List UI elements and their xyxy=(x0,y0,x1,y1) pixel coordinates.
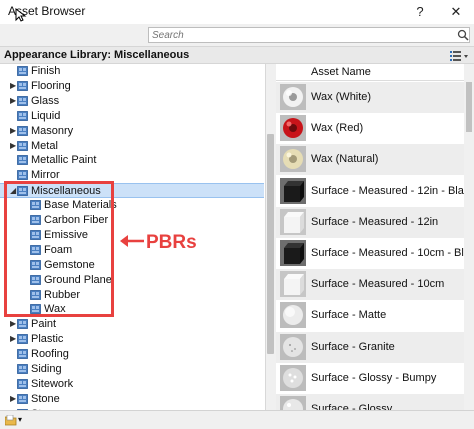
folder-icon xyxy=(17,95,28,106)
tree-item[interactable]: ▶ Masonry xyxy=(0,124,264,139)
tree-item[interactable]: Metallic Paint xyxy=(0,153,264,168)
tree-item-label: Finish xyxy=(31,65,61,77)
library-title: Appearance Library: Miscellaneous xyxy=(4,49,190,61)
title-bar: Asset Browser ? ✕ xyxy=(0,0,474,24)
asset-row[interactable]: Surface - Measured - 12in - Black xyxy=(276,176,474,207)
folder-icon xyxy=(17,155,28,166)
open-library-folder-icon[interactable] xyxy=(5,415,17,426)
tree-scrollbar[interactable] xyxy=(266,64,275,410)
asset-row[interactable]: Wax (Red) xyxy=(276,113,464,144)
asset-list-scrollbar[interactable] xyxy=(464,64,474,410)
tree-item-label: Metallic Paint xyxy=(31,154,97,167)
tree-item-label: Flooring xyxy=(31,79,71,92)
chevron-down-icon[interactable]: ▾ xyxy=(18,415,26,424)
tree-item-label: Siding xyxy=(31,363,62,375)
bumpy-sphere-thumbnail xyxy=(280,364,306,391)
tree-item-label: Roofing xyxy=(31,348,69,361)
tree-item-label: Metal xyxy=(31,139,58,152)
asset-row[interactable]: Wax (Natural) xyxy=(276,144,464,176)
tree-item-label: Stone xyxy=(31,392,60,405)
white-cube-thumbnail xyxy=(280,208,306,235)
tree-item[interactable]: ▶ Paint xyxy=(0,317,264,332)
tree-item[interactable]: Sitework xyxy=(0,377,264,392)
asset-row[interactable]: Surface - Measured - 10cm - Black xyxy=(276,238,474,269)
tree-item-label: Paint xyxy=(31,318,57,331)
black-cube-thumbnail xyxy=(280,177,306,204)
asset-name: Surface - Measured - 12in xyxy=(311,215,439,228)
tree-item[interactable]: Siding xyxy=(0,362,264,377)
search-icon[interactable] xyxy=(457,29,469,41)
asset-row[interactable]: Surface - Matte xyxy=(276,300,464,331)
asset-name-column-header[interactable]: Asset Name xyxy=(311,66,371,78)
tree-item-label: Liquid xyxy=(31,109,61,122)
folder-icon xyxy=(17,110,28,121)
white-cube-thumbnail xyxy=(280,271,306,298)
search-bar xyxy=(0,24,474,46)
library-header: Appearance Library: Miscellaneous xyxy=(0,46,474,64)
folder-icon xyxy=(17,378,28,389)
asset-name: Wax (Natural) xyxy=(311,153,379,166)
asset-name: Wax (Red) xyxy=(311,122,364,135)
tree-item[interactable]: ▶ Metal xyxy=(0,139,264,154)
asset-name: Surface - Glossy xyxy=(311,403,393,410)
asset-name: Surface - Granite xyxy=(311,340,395,353)
tree-item[interactable]: ▶ Glass xyxy=(0,94,264,109)
asset-row[interactable]: Wax (White) xyxy=(276,82,464,113)
asset-list: Asset Name Wax (White) Wax (Red) Wax (Natu… xyxy=(276,64,474,410)
list-view-options-icon[interactable] xyxy=(448,49,470,63)
asset-name: Wax (White) xyxy=(311,91,372,103)
annotation-highlight-box xyxy=(4,181,114,317)
tree-scrollbar-thumb[interactable] xyxy=(267,134,274,354)
red-torus-thumbnail xyxy=(280,115,306,142)
folder-icon xyxy=(17,319,28,330)
tree-item[interactable]: Roofing xyxy=(0,347,264,362)
tree-item-label: Mirror xyxy=(31,169,60,182)
folder-icon xyxy=(17,349,28,359)
asset-row[interactable]: Surface - Measured - 12in xyxy=(276,206,464,238)
asset-name: Surface - Measured - 10cm xyxy=(311,278,445,291)
annotation-label: PBRs xyxy=(146,232,197,253)
tree-item[interactable]: ▶ Plastic xyxy=(0,332,264,347)
asset-list-scrollbar-thumb[interactable] xyxy=(466,82,472,132)
folder-icon xyxy=(17,140,28,151)
folder-icon xyxy=(17,66,28,76)
white-sphere-thumbnail xyxy=(280,302,306,329)
status-bar: ▾ xyxy=(0,410,474,429)
granite-sphere-thumbnail xyxy=(280,333,306,360)
asset-name: Surface - Glossy - Bumpy xyxy=(311,371,437,384)
tree-item-label: Sitework xyxy=(31,377,74,390)
tree-item-label: Glass xyxy=(31,94,60,107)
annotation-arrow-icon xyxy=(120,235,144,247)
tree-item-label: Plastic xyxy=(31,333,64,346)
search-input[interactable] xyxy=(148,27,470,43)
folder-icon xyxy=(17,80,28,91)
glossy-sphere-thumbnail xyxy=(280,396,306,410)
help-button[interactable]: ? xyxy=(410,2,430,22)
tree-item[interactable]: ▶ Flooring xyxy=(0,79,264,94)
folder-icon xyxy=(17,393,28,404)
tree-item[interactable]: ▶ Stone xyxy=(0,392,264,407)
tree-item[interactable]: Liquid xyxy=(0,109,264,124)
tree-item[interactable]: Finish xyxy=(0,64,264,79)
white-torus-thumbnail xyxy=(280,84,306,110)
asset-row[interactable]: Surface - Granite xyxy=(276,331,464,363)
asset-row[interactable]: Surface - Glossy - Bumpy xyxy=(276,363,464,394)
asset-row[interactable]: Surface - Measured - 10cm xyxy=(276,269,464,301)
natural-torus-thumbnail xyxy=(280,146,306,173)
asset-name: Surface - Measured - 12in - Black xyxy=(311,184,474,197)
tree-item-label: Masonry xyxy=(31,124,74,137)
asset-name: Surface - Matte xyxy=(311,309,387,322)
close-button[interactable]: ✕ xyxy=(446,2,466,22)
folder-icon xyxy=(17,364,28,374)
asset-list-header[interactable]: Asset Name xyxy=(276,64,464,81)
folder-icon xyxy=(17,125,28,136)
folder-icon xyxy=(17,334,28,345)
folder-icon xyxy=(17,170,28,181)
asset-row[interactable]: Surface - Glossy xyxy=(276,394,464,410)
mouse-cursor-icon xyxy=(15,8,27,22)
asset-name: Surface - Measured - 10cm - Black xyxy=(311,247,474,259)
black-cube-thumbnail xyxy=(280,240,306,266)
